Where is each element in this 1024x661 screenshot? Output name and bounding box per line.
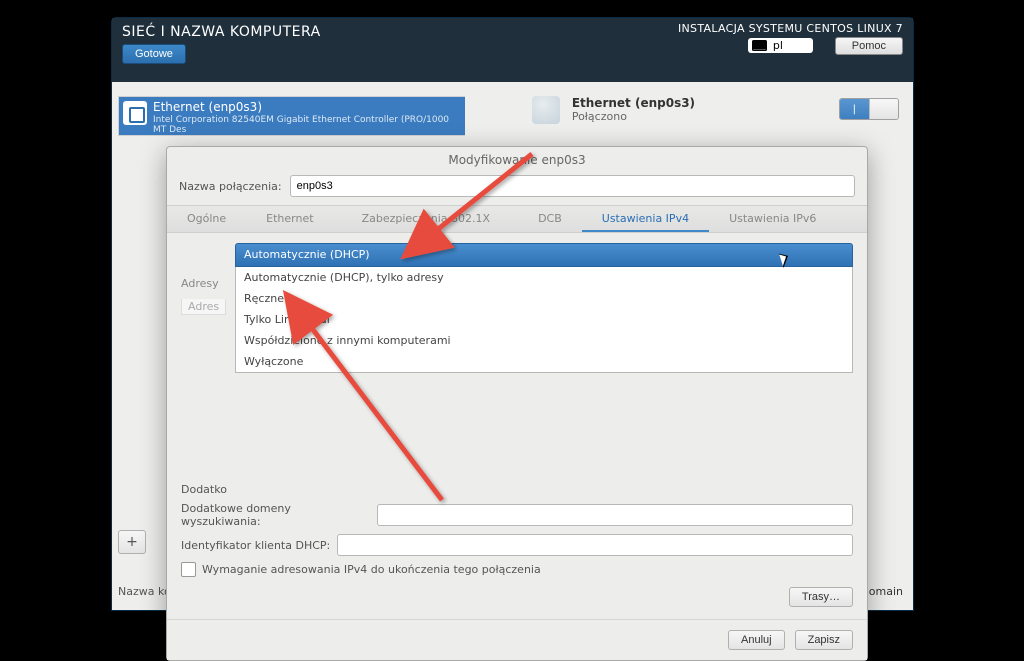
save-button[interactable]: Zapisz: [795, 630, 853, 650]
keyboard-layout-indicator[interactable]: pl: [748, 38, 813, 53]
tab-dcb[interactable]: DCB: [518, 206, 582, 232]
dhcp-client-id-input[interactable]: [337, 534, 853, 556]
net-item-title: Ethernet (enp0s3): [153, 100, 262, 114]
detail-status: Połączono: [572, 110, 695, 123]
connection-name-input[interactable]: [290, 175, 855, 197]
lower-fields: Dodatko Dodatkowe domeny wyszukiwania: I…: [181, 483, 853, 607]
dialog-tabs: Ogólne Ethernet Zabezpieczenia 802.1X DC…: [167, 205, 867, 233]
add-interface-button[interactable]: +: [118, 530, 146, 554]
method-row: Metoda: Automatycznie (DHCP) Automatyczn…: [181, 243, 853, 373]
help-button[interactable]: Pomoc: [835, 37, 903, 55]
dns-servers-label-truncated: Dodatko: [181, 483, 227, 496]
connection-toggle[interactable]: |: [839, 98, 899, 120]
ethernet-icon: [123, 101, 147, 125]
method-option[interactable]: Współdzielone z innymi komputerami: [236, 330, 852, 351]
connection-name-row: Nazwa połączenia:: [167, 175, 867, 205]
dhcp-client-id-label: Identyfikator klienta DHCP:: [181, 539, 331, 552]
method-option[interactable]: Wyłączone: [236, 351, 852, 372]
top-right: INSTALACJA SYSTEMU CENTOS LINUX 7 pl Pom…: [678, 22, 903, 55]
network-detail: Ethernet (enp0s3) Połączono: [532, 96, 695, 124]
method-dropdown[interactable]: Automatycznie (DHCP) Automatycznie (DHCP…: [235, 243, 853, 373]
require-ipv4-label: Wymaganie adresowania IPv4 do ukończenia…: [202, 563, 541, 576]
cancel-button[interactable]: Anuluj: [728, 630, 785, 650]
content-area: Ethernet (enp0s3) Intel Corporation 8254…: [112, 82, 913, 616]
dns-servers-row: Dodatko: [181, 483, 853, 496]
tab-ethernet[interactable]: Ethernet: [246, 206, 333, 232]
method-selected[interactable]: Automatycznie (DHCP): [235, 243, 853, 267]
method-option[interactable]: Tylko Link-Local: [236, 309, 852, 330]
routes-button[interactable]: Trasy…: [789, 587, 853, 607]
keyboard-lang: pl: [773, 39, 783, 52]
ipv4-form: Metoda: Automatycznie (DHCP) Automatyczn…: [167, 233, 867, 613]
method-option[interactable]: Automatycznie (DHCP), tylko adresy: [236, 267, 852, 288]
toggle-knob: [869, 99, 899, 119]
dhcp-client-id-row: Identyfikator klienta DHCP:: [181, 534, 853, 556]
edit-connection-dialog: Modyfikowanie enp0s3 Nazwa połączenia: O…: [166, 146, 868, 661]
tab-ipv4[interactable]: Ustawienia IPv4: [582, 206, 709, 232]
search-domains-label: Dodatkowe domeny wyszukiwania:: [181, 502, 371, 528]
toggle-on-label: |: [840, 99, 869, 119]
keyboard-icon: [752, 40, 767, 51]
method-option[interactable]: Ręczne: [236, 288, 852, 309]
ethernet-plug-icon: [532, 96, 560, 124]
install-product-line: INSTALACJA SYSTEMU CENTOS LINUX 7: [678, 22, 903, 35]
routes-row: Trasy…: [181, 587, 853, 607]
dialog-title: Modyfikowanie enp0s3: [167, 147, 867, 175]
connection-name-label: Nazwa połączenia:: [179, 180, 282, 193]
installer-window: SIEĆ I NAZWA KOMPUTERA Gotowe INSTALACJA…: [112, 18, 913, 610]
net-item-subtitle: Intel Corporation 82540EM Gigabit Ethern…: [153, 115, 465, 135]
addresses-label: Adresy: [181, 277, 219, 290]
topbar: SIEĆ I NAZWA KOMPUTERA Gotowe INSTALACJA…: [112, 18, 913, 82]
network-list-item-selected[interactable]: Ethernet (enp0s3) Intel Corporation 8254…: [118, 96, 465, 136]
method-options-list: Automatycznie (DHCP), tylko adresy Ręczn…: [235, 267, 853, 373]
tab-ipv6[interactable]: Ustawienia IPv6: [709, 206, 836, 232]
search-domains-row: Dodatkowe domeny wyszukiwania:: [181, 502, 853, 528]
search-domains-input[interactable]: [377, 504, 853, 526]
require-ipv4-row[interactable]: Wymaganie adresowania IPv4 do ukończenia…: [181, 562, 853, 577]
address-column-header: Adres: [181, 299, 226, 315]
tab-general[interactable]: Ogólne: [167, 206, 246, 232]
tab-security[interactable]: Zabezpieczenia 802.1X: [334, 206, 519, 232]
done-button[interactable]: Gotowe: [122, 44, 186, 64]
require-ipv4-checkbox[interactable]: [181, 562, 196, 577]
detail-title: Ethernet (enp0s3): [572, 96, 695, 110]
